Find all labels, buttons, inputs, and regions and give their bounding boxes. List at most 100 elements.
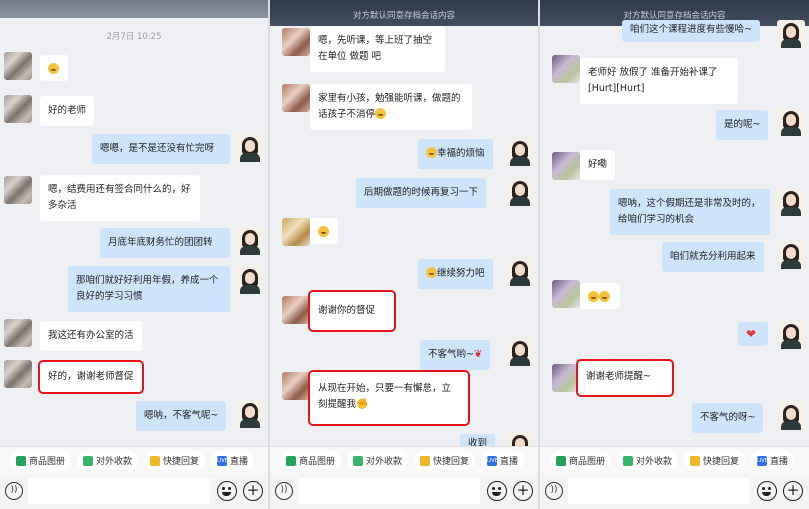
message-bubble-outgoing: 那咱们就好好利用年假，养成一个良好的学习习惯: [68, 266, 230, 312]
plus-icon[interactable]: +: [783, 481, 803, 501]
self-avatar[interactable]: [506, 138, 534, 166]
self-avatar[interactable]: [777, 241, 805, 269]
contact-avatar[interactable]: [282, 296, 310, 324]
message-bubble-outgoing: 不客气哟~❦: [420, 340, 491, 370]
toolbar-quick-reply-button[interactable]: 快捷回复: [414, 451, 476, 470]
album-icon: [556, 455, 566, 466]
self-avatar[interactable]: [777, 402, 805, 430]
payment-icon: [83, 455, 94, 466]
self-avatar[interactable]: [236, 134, 264, 162]
emoji-button-icon[interactable]: [487, 481, 507, 501]
self-avatar[interactable]: [236, 227, 264, 255]
contact-avatar[interactable]: [282, 372, 310, 400]
contact-avatar[interactable]: [4, 52, 32, 80]
contact-avatar[interactable]: [282, 218, 310, 246]
payment-icon: [353, 455, 364, 466]
self-avatar[interactable]: [777, 108, 805, 136]
input-bar: )) +: [270, 474, 538, 509]
album-icon: [286, 455, 296, 466]
toolbar-quick-reply-button[interactable]: 快捷回复: [144, 451, 206, 470]
message-bubble-outgoing: 咱们这个课程进度有些慢哈~: [622, 20, 760, 42]
message-bubble-outgoing: 是的呢~: [716, 110, 769, 140]
message-bubble-incoming: 好的老师: [40, 96, 95, 126]
contact-avatar[interactable]: [552, 55, 580, 83]
message-bubble-incoming-highlighted: 谢谢老师提醒~: [576, 359, 674, 397]
timestamp: 2月7日 10:25: [106, 32, 162, 42]
emoji-button-icon[interactable]: [217, 481, 237, 501]
message-bubble-incoming: 老师好 放假了 准备开始补课了[Hurt][Hurt]: [580, 58, 738, 104]
contact-avatar[interactable]: [4, 360, 32, 388]
quick-toolbar: 商品图册 对外收款 快捷回复 LIVE 直播: [0, 446, 268, 474]
quick-toolbar: 商品图册 对外收款 快捷回复 LIVE 直播: [540, 446, 809, 474]
message-bubble-incoming: [580, 283, 620, 309]
heart-icon: ❤: [746, 327, 757, 341]
chat-panel-3: 对方默认同意存档会话内容 咱们这个课程进度有些慢哈~ 老师好 放假了 准备开始补…: [540, 0, 809, 509]
top-bar: [0, 0, 268, 18]
self-avatar[interactable]: [506, 258, 534, 286]
contact-avatar[interactable]: [552, 152, 580, 180]
toolbar-live-button[interactable]: LIVE 直播: [751, 451, 795, 470]
message-bubble-outgoing: 月底年底财务忙的团团转: [100, 228, 230, 258]
emoji-icon: [426, 267, 437, 278]
message-bubble-incoming: 家里有小孩，勉强能听课，做题的话孩子不消停: [310, 84, 472, 130]
message-bubble-incoming: 好嘞: [580, 150, 616, 180]
strong-icon: ✊: [356, 399, 369, 410]
quick-toolbar: 商品图册 对外收款 快捷回复 LIVE 直播: [270, 446, 538, 474]
toolbar-quick-reply-button[interactable]: 快捷回复: [684, 451, 746, 470]
self-avatar[interactable]: [236, 400, 264, 428]
toolbar-live-button[interactable]: LIVE 直播: [211, 451, 255, 470]
toolbar-album-button[interactable]: 商品图册: [550, 451, 612, 470]
contact-avatar[interactable]: [4, 319, 32, 347]
message-bubble-outgoing: 咱们就充分利用起来: [662, 242, 764, 272]
chat-panel-1: 2月7日 10:25 好的老师 嗯嗯，是不是还没有忙完呀 嗯，结费用还有签合同什…: [0, 0, 268, 509]
message-bubble-incoming: 嗯，结费用还有签合同什么的，好多杂活: [40, 175, 200, 221]
message-input[interactable]: [298, 478, 480, 504]
message-bubble-incoming-highlighted: 好的，谢谢老师督促: [38, 360, 144, 394]
message-bubble-outgoing: 嗯呐，这个假期还是非常及时的，给咱们学习的机会: [610, 189, 770, 235]
emoji-button-icon[interactable]: [757, 481, 777, 501]
message-bubble-incoming: 嗯，先听课，等上班了抽空在单位 做题 吧: [310, 26, 445, 72]
message-bubble-outgoing: 嗯呐，不客气呢~: [136, 401, 227, 431]
plus-icon[interactable]: +: [243, 481, 263, 501]
message-bubble-incoming: [310, 218, 338, 244]
toolbar-payment-button[interactable]: 对外收款: [617, 451, 679, 470]
self-avatar[interactable]: [506, 178, 534, 206]
self-avatar[interactable]: [506, 338, 534, 366]
toolbar-live-button[interactable]: LIVE 直播: [481, 451, 525, 470]
contact-avatar[interactable]: [552, 364, 580, 392]
plus-icon[interactable]: +: [513, 481, 533, 501]
contact-avatar[interactable]: [282, 84, 310, 112]
rose-icon: ❦: [473, 349, 483, 360]
emoji-icon: [48, 63, 59, 74]
message-bubble-incoming-highlighted: 从现在开始，只要一有懈怠，立刻提醒我✊: [308, 370, 470, 426]
contact-avatar[interactable]: [4, 176, 32, 204]
toolbar-payment-button[interactable]: 对外收款: [347, 451, 409, 470]
message-bubble-incoming: 我这还有办公室的活: [40, 321, 142, 351]
emoji-icon: [599, 291, 610, 302]
self-avatar[interactable]: [777, 20, 805, 48]
toolbar-album-button[interactable]: 商品图册: [10, 451, 72, 470]
voice-icon[interactable]: )): [5, 482, 23, 500]
self-avatar[interactable]: [236, 266, 264, 294]
message-input[interactable]: [28, 478, 210, 504]
message-bubble-outgoing: 后期做题的时候再复习一下: [356, 178, 487, 208]
self-avatar[interactable]: [777, 188, 805, 216]
quick-reply-icon: [420, 455, 431, 466]
message-bubble-outgoing: 幸福的烦恼: [418, 139, 493, 169]
input-bar: )) +: [540, 474, 809, 509]
self-avatar[interactable]: [777, 321, 805, 349]
toolbar-album-button[interactable]: 商品图册: [280, 451, 342, 470]
contact-avatar[interactable]: [552, 280, 580, 308]
voice-icon[interactable]: )): [275, 482, 293, 500]
contact-avatar[interactable]: [282, 28, 310, 56]
emoji-icon: [318, 226, 329, 237]
message-input[interactable]: [568, 478, 750, 504]
message-bubble-outgoing: ❤: [738, 322, 768, 346]
live-icon: LIVE: [487, 455, 498, 466]
payment-icon: [623, 455, 634, 466]
live-icon: LIVE: [757, 455, 768, 466]
toolbar-payment-button[interactable]: 对外收款: [77, 451, 139, 470]
contact-avatar[interactable]: [4, 95, 32, 123]
voice-icon[interactable]: )): [545, 482, 563, 500]
album-icon: [16, 455, 26, 466]
